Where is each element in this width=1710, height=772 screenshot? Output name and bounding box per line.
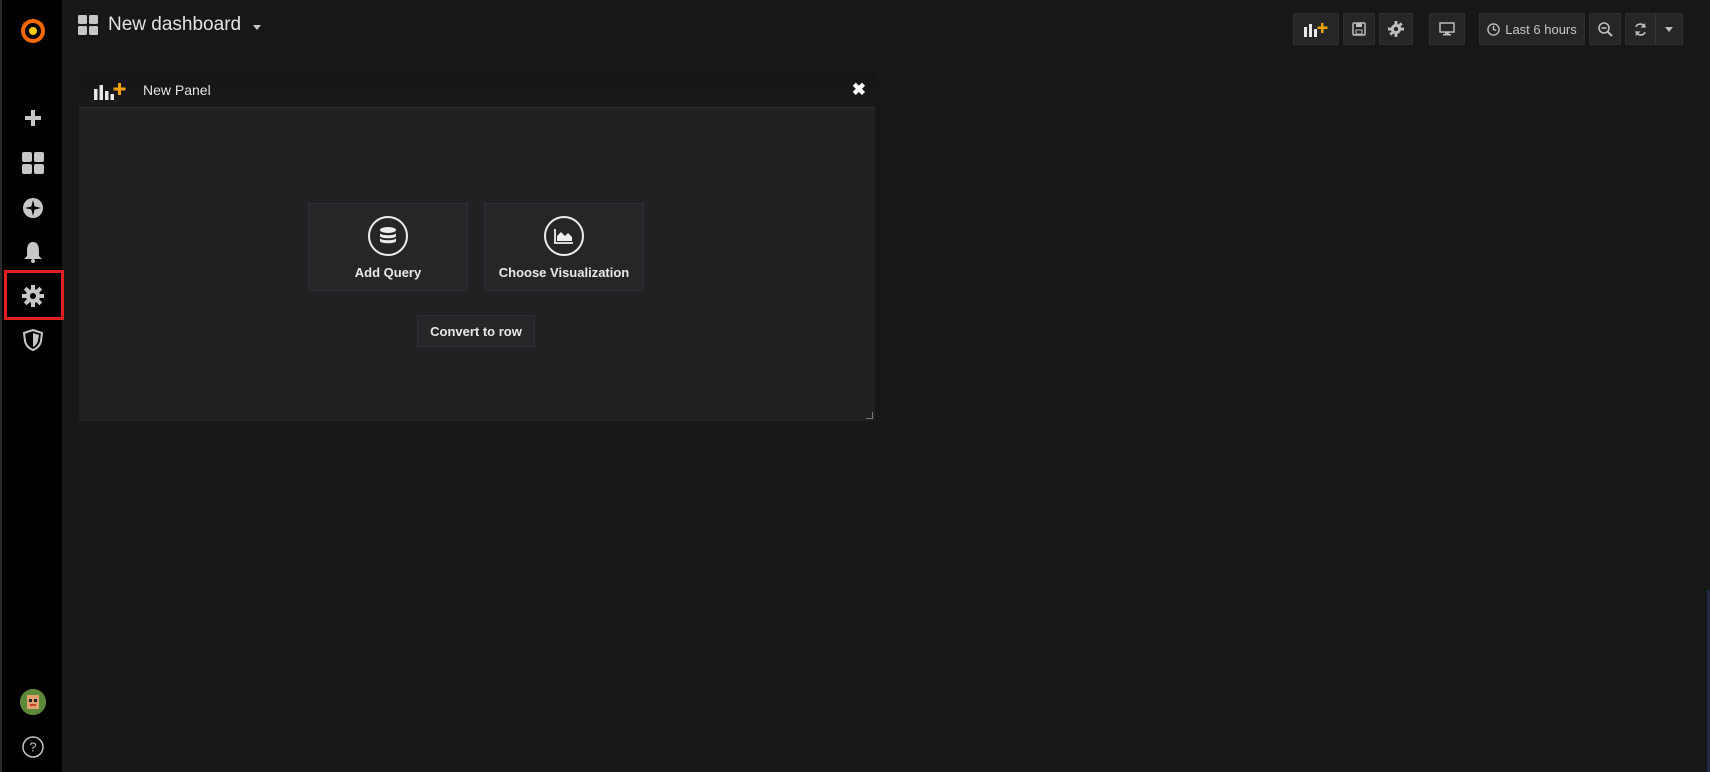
dashboard-settings-button[interactable] (1379, 13, 1413, 45)
chevron-down-icon (253, 24, 262, 30)
monitor-icon (1439, 22, 1455, 36)
refresh-button[interactable] (1625, 13, 1683, 45)
sidebar-item-create[interactable] (4, 96, 62, 140)
dashboards-icon (22, 152, 44, 174)
caret-down-icon[interactable] (1656, 26, 1682, 32)
plus-icon (25, 110, 41, 126)
save-icon (1352, 22, 1366, 36)
add-query-label: Add Query (354, 265, 422, 280)
convert-to-row-button[interactable]: Convert to row (417, 315, 535, 347)
add-query-button[interactable]: Add Query (308, 203, 468, 291)
gear-icon (1388, 21, 1404, 37)
clock-icon (1487, 22, 1500, 36)
new-panel: New Panel ✖ Add Query Choose Visualizati… (79, 74, 875, 421)
database-icon (368, 216, 408, 256)
add-panel-icon (1304, 23, 1328, 37)
svg-text:?: ? (29, 740, 36, 755)
resize-handle[interactable] (866, 412, 873, 419)
choose-visualization-label: Choose Visualization (498, 265, 630, 280)
save-dashboard-button[interactable] (1343, 13, 1375, 45)
sidebar-item-explore[interactable] (4, 186, 62, 230)
avatar[interactable] (20, 689, 46, 715)
add-panel-button[interactable] (1293, 13, 1339, 45)
sidebar-item-server-admin[interactable] (4, 318, 62, 362)
grafana-logo-icon[interactable] (4, 8, 62, 52)
close-icon[interactable]: ✖ (852, 80, 866, 100)
zoom-out-icon (1597, 21, 1613, 37)
shield-icon (23, 329, 43, 351)
panel-title: New Panel (143, 82, 211, 98)
time-range-picker[interactable]: Last 6 hours (1479, 13, 1585, 45)
sidebar: ? (0, 0, 64, 772)
bell-icon (24, 242, 42, 263)
sidebar-item-dashboards[interactable] (4, 141, 62, 185)
dashboard-title: New dashboard (108, 14, 242, 35)
tv-mode-button[interactable] (1429, 13, 1465, 45)
add-panel-icon (94, 83, 126, 100)
sidebar-item-help[interactable]: ? (4, 725, 62, 769)
choose-visualization-button[interactable]: Choose Visualization (484, 203, 644, 291)
zoom-out-button[interactable] (1589, 13, 1621, 45)
dashboards-icon (78, 15, 98, 35)
time-range-label: Last 6 hours (1505, 21, 1577, 37)
panel-header: New Panel ✖ (79, 74, 875, 108)
compass-icon (23, 198, 43, 218)
help-icon: ? (22, 736, 44, 758)
area-chart-icon (544, 216, 584, 256)
highlight-box (4, 270, 64, 320)
sidebar-item-alerting[interactable] (4, 230, 62, 274)
refresh-icon (1634, 22, 1646, 36)
dashboard-picker[interactable]: New dashboard (78, 14, 262, 36)
